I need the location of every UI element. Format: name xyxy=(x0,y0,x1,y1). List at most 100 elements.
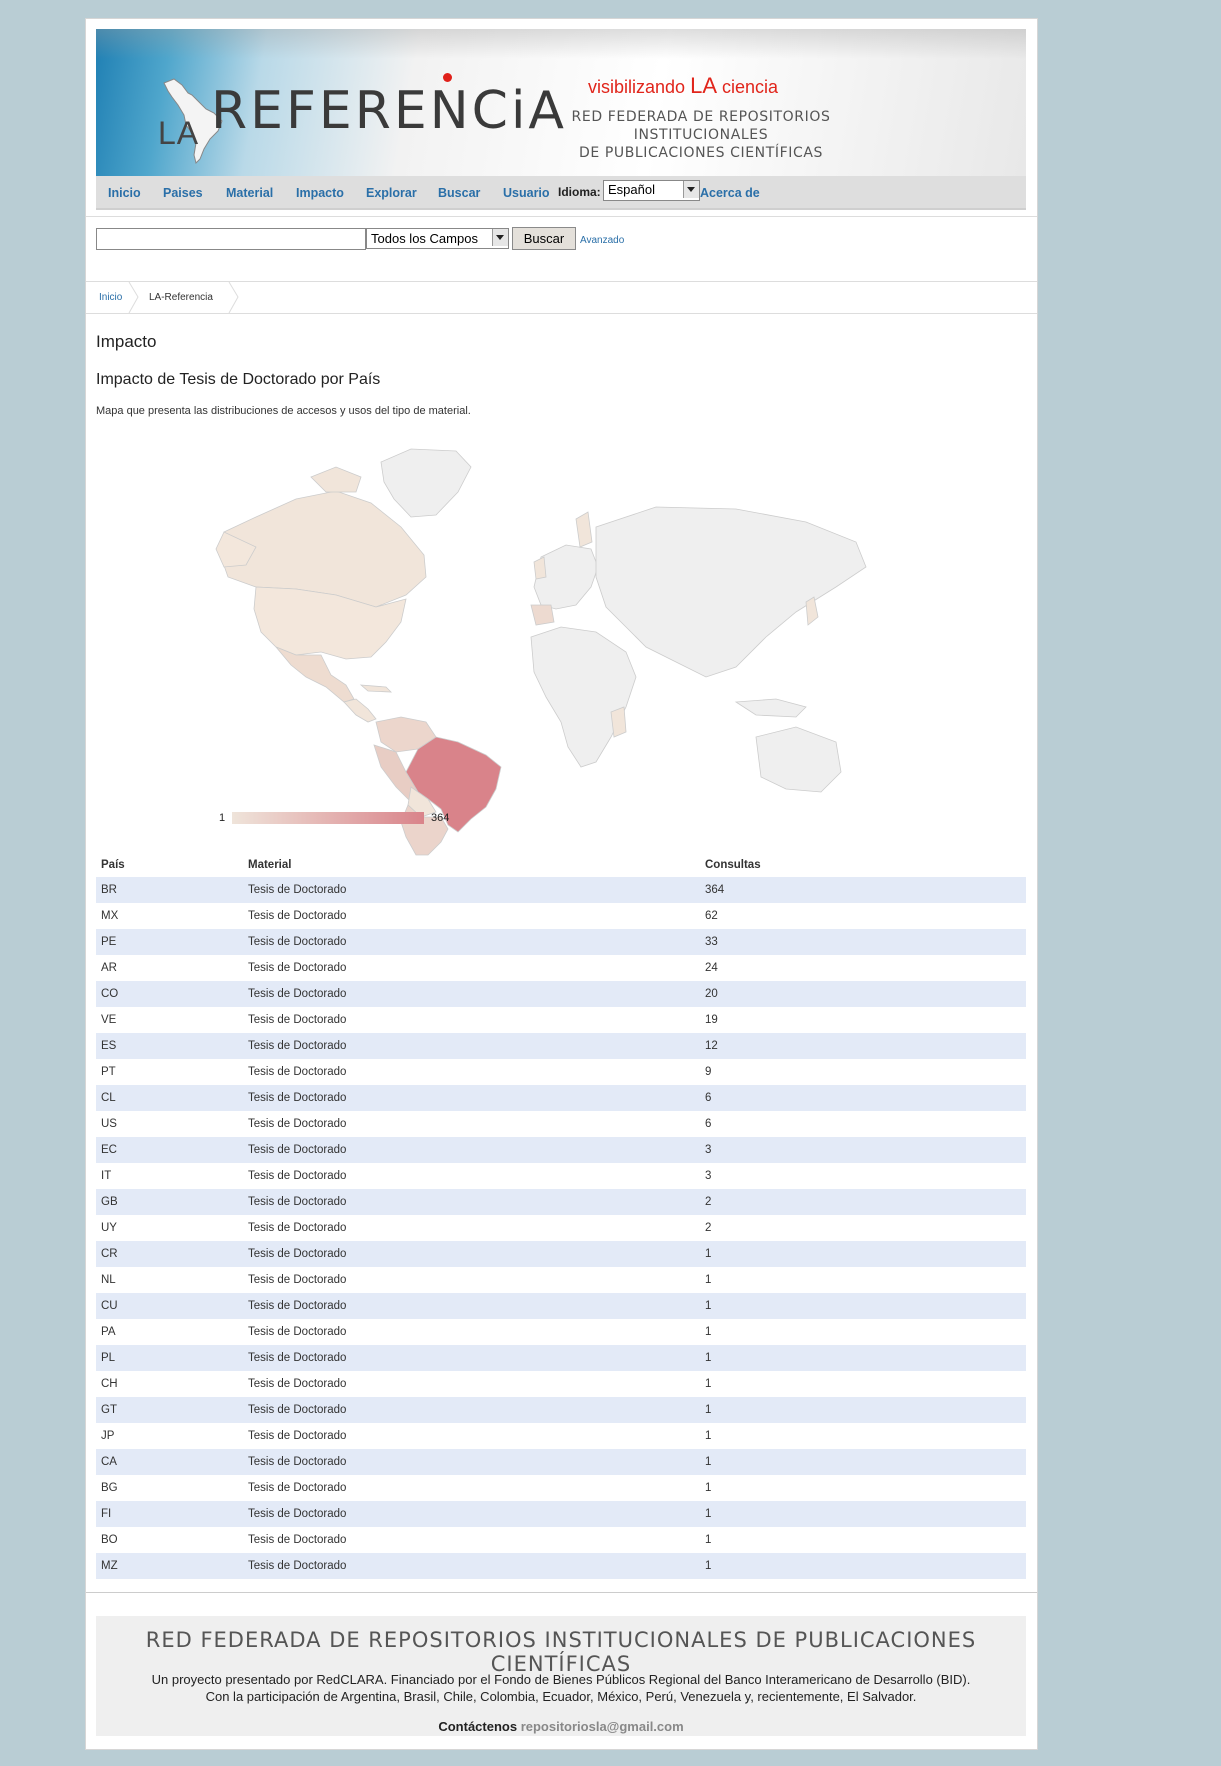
tagline-pre: visibilizando xyxy=(588,77,686,97)
logo-referencia-text: REFERENCiA xyxy=(211,81,567,141)
search-field-select[interactable]: Todos los Campos xyxy=(366,228,509,249)
map-mozambique xyxy=(610,706,627,738)
advanced-search-link[interactable]: Avanzado xyxy=(580,235,624,246)
map-finland xyxy=(575,511,593,548)
cell-material: Tesis de Doctorado xyxy=(248,1014,347,1026)
table-row: PE Tesis de Doctorado 33 xyxy=(96,929,1026,955)
tagline-post: ciencia xyxy=(722,77,779,97)
cell-consultas: 33 xyxy=(700,929,1026,955)
nav-item-inicio[interactable]: Inicio xyxy=(108,186,141,200)
nav-item-impacto[interactable]: Impacto xyxy=(296,186,344,200)
table-row: CO Tesis de Doctorado 20 xyxy=(96,981,1026,1007)
chevron-down-icon[interactable] xyxy=(683,181,699,198)
banner-shade xyxy=(96,29,1026,59)
cell-material: Tesis de Doctorado xyxy=(248,1378,347,1390)
cell-consultas: 1 xyxy=(705,1326,712,1338)
cell-consultas: 20 xyxy=(700,981,1026,1007)
table-row: VE Tesis de Doctorado 19 xyxy=(96,1007,1026,1033)
cell-pais: BO xyxy=(101,1534,118,1546)
cell-pais: CL xyxy=(96,1085,243,1111)
cell-pais: CA xyxy=(96,1449,243,1475)
cell-pais: FI xyxy=(96,1501,243,1527)
breadcrumb-home[interactable]: Inicio xyxy=(99,292,122,303)
cell-consultas: 1 xyxy=(705,1534,712,1546)
nav-item-usuario[interactable]: Usuario xyxy=(503,186,550,200)
cell-consultas: 1 xyxy=(700,1449,1026,1475)
cell-pais: GT xyxy=(96,1397,243,1423)
table-header-row: País Material Consultas xyxy=(96,853,1026,877)
cell-pais: PT xyxy=(101,1066,116,1078)
table-row: CA Tesis de Doctorado 1 xyxy=(96,1449,1026,1475)
column-header-pais: País xyxy=(101,859,125,871)
tagline-la: LA xyxy=(690,73,717,98)
nav-item-material[interactable]: Material xyxy=(226,186,273,200)
map-central-america xyxy=(343,698,377,723)
divider xyxy=(86,216,1037,217)
nav-item-paises[interactable]: Paises xyxy=(163,186,203,200)
cell-consultas: 12 xyxy=(700,1033,1026,1059)
breadcrumb-separator-icon xyxy=(128,282,139,313)
table-row: BG Tesis de Doctorado 1 xyxy=(96,1475,1026,1501)
cell-pais: CO xyxy=(96,981,243,1007)
table-row: NL Tesis de Doctorado 1 xyxy=(96,1267,1026,1293)
map-australia xyxy=(755,726,842,793)
cell-material: Tesis de Doctorado xyxy=(248,1326,347,1338)
cell-consultas: 1 xyxy=(705,1430,712,1442)
search-input[interactable] xyxy=(96,228,366,250)
footer-line1: Un proyecto presentado por RedCLARA. Fin… xyxy=(151,1672,971,1687)
column-header-material: Material xyxy=(248,859,292,871)
contact-label: Contáctenos xyxy=(438,1719,518,1734)
search-field-value: Todos los Campos xyxy=(371,231,478,246)
cell-consultas: 6 xyxy=(700,1085,1026,1111)
nav-item-buscar[interactable]: Buscar xyxy=(438,186,480,200)
table-row: PA Tesis de Doctorado 1 xyxy=(96,1319,1026,1345)
nav-item-acerca-de[interactable]: Acerca de xyxy=(700,186,760,200)
cell-consultas: 62 xyxy=(705,910,718,922)
cell-consultas: 1 xyxy=(705,1274,712,1286)
cell-material: Tesis de Doctorado xyxy=(243,1085,700,1111)
cell-pais: ES xyxy=(96,1033,243,1059)
table-row: UY Tesis de Doctorado 2 xyxy=(96,1215,1026,1241)
nav-item-explorar[interactable]: Explorar xyxy=(366,186,417,200)
tagline: visibilizando LA ciencia xyxy=(588,73,778,99)
cell-material: Tesis de Doctorado xyxy=(248,962,347,974)
cell-consultas: 1 xyxy=(700,1397,1026,1423)
table-row: IT Tesis de Doctorado 3 xyxy=(96,1163,1026,1189)
cell-consultas: 3 xyxy=(705,1170,712,1182)
cell-material: Tesis de Doctorado xyxy=(243,1033,700,1059)
cell-material: Tesis de Doctorado xyxy=(243,1293,700,1319)
cell-consultas: 1 xyxy=(700,1241,1026,1267)
cell-consultas: 1 xyxy=(700,1501,1026,1527)
footer: RED FEDERADA DE REPOSITORIOS INSTITUCION… xyxy=(96,1616,1026,1736)
table-row: EC Tesis de Doctorado 3 xyxy=(96,1137,1026,1163)
map-indonesia xyxy=(734,698,807,718)
cell-material: Tesis de Doctorado xyxy=(243,929,700,955)
language-select[interactable]: Español xyxy=(603,180,700,201)
cell-pais: IT xyxy=(101,1170,112,1182)
language-select-value: Español xyxy=(608,182,655,197)
chevron-down-icon[interactable] xyxy=(492,229,508,246)
cell-pais: MX xyxy=(101,910,119,922)
cell-consultas: 24 xyxy=(705,962,718,974)
cell-material: Tesis de Doctorado xyxy=(248,1118,347,1130)
cell-material: Tesis de Doctorado xyxy=(248,1482,347,1494)
table-row: PL Tesis de Doctorado 1 xyxy=(96,1345,1026,1371)
logo-la-text: LA xyxy=(158,115,200,151)
table-row: BO Tesis de Doctorado 1 xyxy=(96,1527,1026,1553)
cell-pais: BR xyxy=(96,877,243,903)
cell-pais: CU xyxy=(96,1293,243,1319)
cell-pais: VE xyxy=(101,1014,117,1026)
table-row: AR Tesis de Doctorado 24 xyxy=(96,955,1026,981)
table-row: CR Tesis de Doctorado 1 xyxy=(96,1241,1026,1267)
cell-pais: CR xyxy=(96,1241,243,1267)
contact-email-link[interactable]: repositoriosla@gmail.com xyxy=(521,1719,684,1734)
table-row: CL Tesis de Doctorado 6 xyxy=(96,1085,1026,1111)
cell-material: Tesis de Doctorado xyxy=(243,877,700,903)
cell-material: Tesis de Doctorado xyxy=(243,1345,700,1371)
cell-consultas: 364 xyxy=(700,877,1026,903)
cell-consultas: 1 xyxy=(700,1293,1026,1319)
cell-pais: JP xyxy=(101,1430,115,1442)
cell-material: Tesis de Doctorado xyxy=(248,1430,347,1442)
search-button[interactable]: Buscar xyxy=(512,227,576,250)
cell-material: Tesis de Doctorado xyxy=(243,1449,700,1475)
